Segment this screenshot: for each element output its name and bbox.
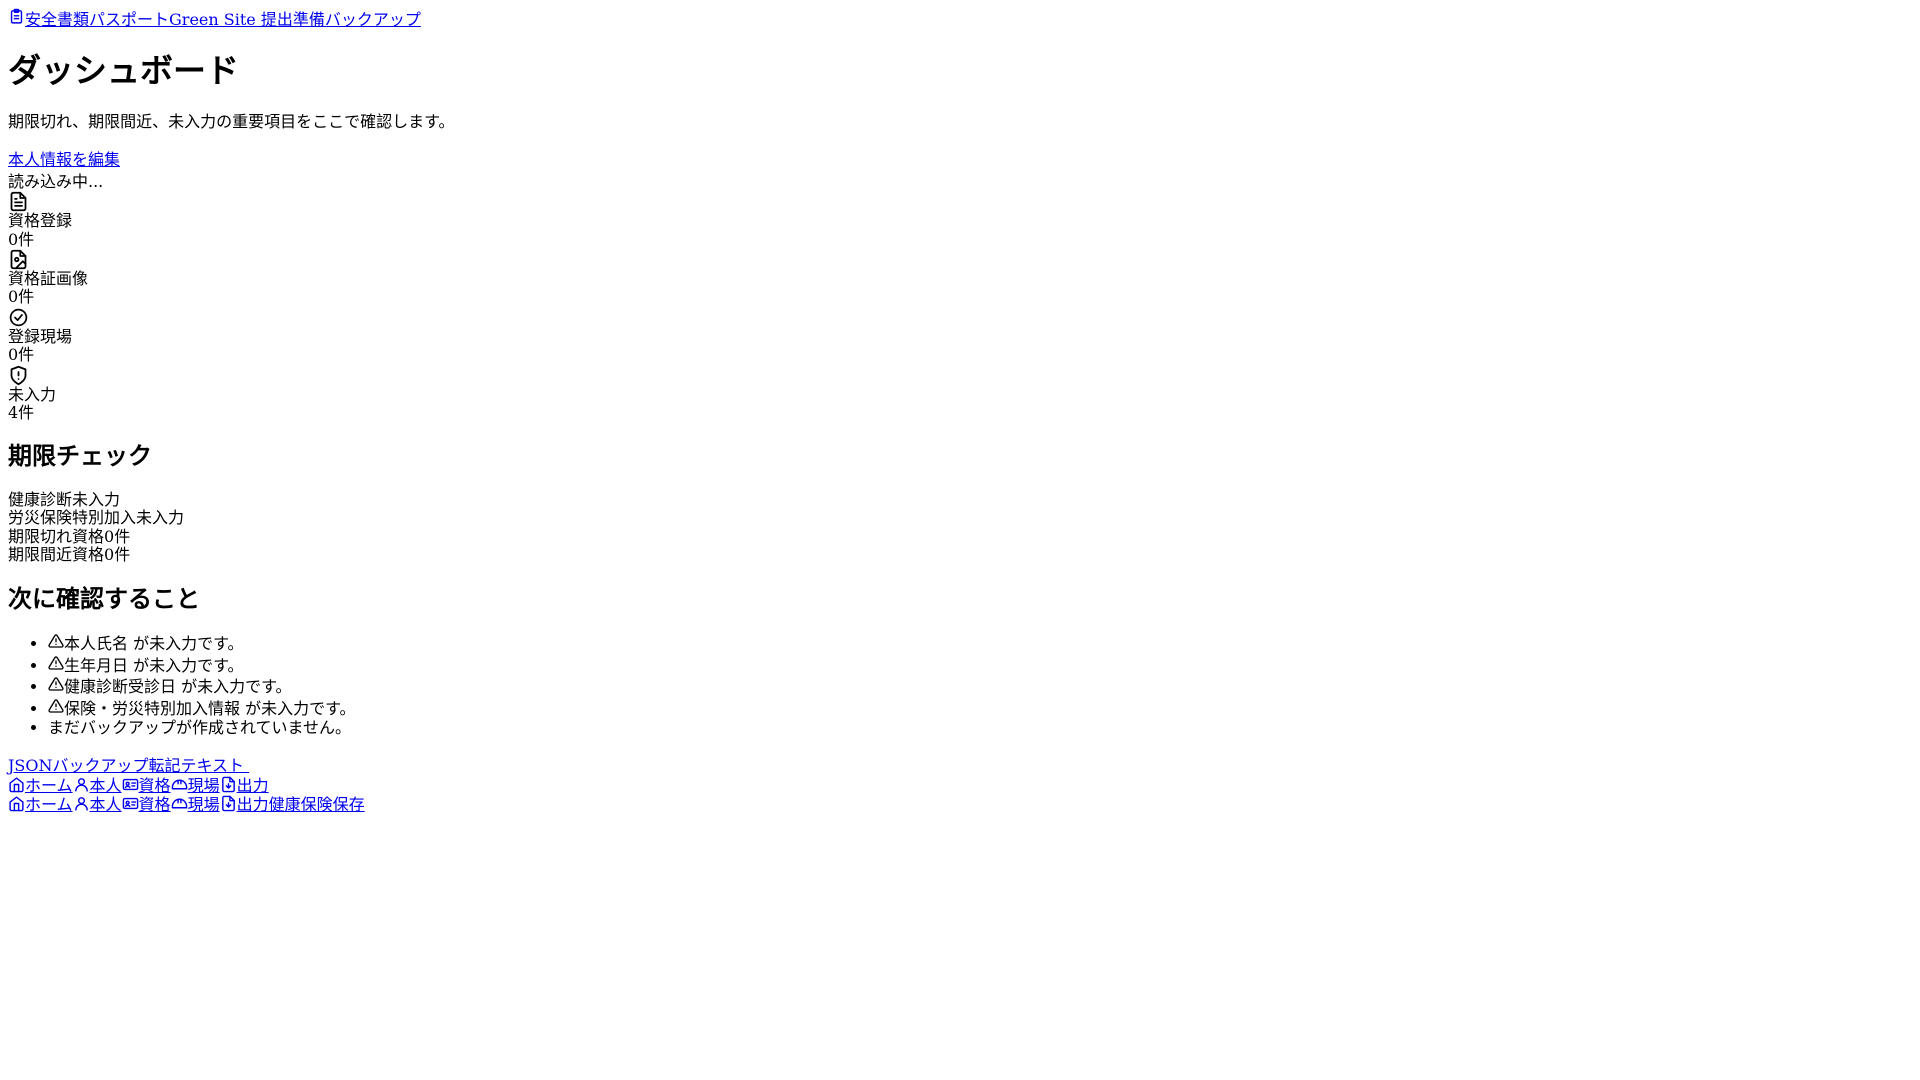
transcript-text-link-space[interactable] bbox=[244, 756, 249, 775]
stat-card-cert-images: 資格証画像 0件 bbox=[8, 249, 1912, 307]
sidebar-item-sites[interactable]: 現場 bbox=[171, 795, 220, 814]
home-icon bbox=[8, 776, 25, 793]
file-text-icon bbox=[8, 191, 1912, 212]
stat-value: 0件 bbox=[8, 287, 35, 307]
json-backup-link[interactable]: JSONバックアップ bbox=[8, 756, 149, 775]
deadline-row-health: 健康診断未入力 bbox=[8, 490, 1912, 510]
page: 安全書類パスポートGreen Site 提出準備バックアップ ダッシュボード 期… bbox=[0, 0, 1920, 1080]
page-title: ダッシュボード bbox=[8, 51, 239, 91]
hard-hat-icon bbox=[171, 795, 188, 812]
deadline-row-expiring: 期限間近資格0件 bbox=[8, 546, 1912, 564]
action-links: JSONバックアップ転記テキスト bbox=[8, 757, 1912, 775]
sidebar-item-save[interactable]: 保存 bbox=[333, 795, 365, 814]
file-image-icon bbox=[8, 249, 1912, 270]
id-card-icon bbox=[122, 776, 139, 793]
nav-label: 現場 bbox=[187, 775, 220, 795]
warning-icon bbox=[48, 676, 64, 692]
row-label: 期限切れ資格 bbox=[8, 526, 105, 546]
header-nav: 安全書類パスポートGreen Site 提出準備バックアップ bbox=[8, 8, 1912, 29]
list-item: まだバックアップが作成されていません。 bbox=[48, 718, 1912, 737]
row-label: 健康診断 bbox=[8, 490, 73, 510]
nav-label: 出力 bbox=[236, 775, 269, 795]
transcript-text-link[interactable]: 転記テキスト bbox=[149, 756, 245, 775]
stat-label: 未入力 bbox=[8, 384, 57, 404]
warning-icon bbox=[48, 655, 64, 671]
nav-label: 現場 bbox=[187, 795, 220, 815]
stat-card-sites: 登録現場 0件 bbox=[8, 307, 1912, 365]
user-icon bbox=[73, 795, 90, 812]
brand-link[interactable]: 安全書類パスポート bbox=[8, 8, 170, 29]
list-item-text: まだバックアップが作成されていません。 bbox=[48, 718, 352, 737]
deadline-row-insurance: 労災保険特別加入未入力 bbox=[8, 509, 1912, 527]
next-section-title: 次に確認すること bbox=[8, 583, 200, 613]
list-item-text: 保険・労災特別加入情報 が未入力です。 bbox=[64, 698, 356, 718]
app-name: 安全書類パスポート bbox=[25, 10, 170, 29]
row-value: 0件 bbox=[104, 545, 131, 565]
stat-label: 資格証画像 bbox=[8, 268, 89, 288]
nav-label: 資格 bbox=[138, 795, 171, 815]
row-label: 期限間近資格 bbox=[8, 545, 105, 565]
row-value: 0件 bbox=[104, 526, 131, 546]
sidebar-item-profile[interactable]: 本人 bbox=[73, 795, 122, 814]
stat-value: 0件 bbox=[8, 229, 35, 249]
loading-text: 読み込み中... bbox=[8, 171, 104, 191]
page-subtitle: 期限切れ、期限間近、未入力の重要項目をここで確認します。 bbox=[8, 111, 455, 131]
list-item: 本人氏名 が未入力です。 bbox=[48, 633, 1912, 653]
sidebar-item-home[interactable]: ホーム bbox=[8, 795, 73, 814]
user-icon bbox=[73, 776, 90, 793]
nav-label: 資格 bbox=[138, 775, 171, 795]
row-value: 未入力 bbox=[72, 490, 121, 510]
file-export-icon bbox=[220, 776, 237, 793]
nav-label: ホーム bbox=[25, 775, 73, 795]
shield-alert-icon bbox=[8, 365, 1912, 386]
stat-card-certifications: 資格登録 0件 bbox=[8, 191, 1912, 249]
list-item-text: 本人氏名 が未入力です。 bbox=[64, 634, 244, 654]
stat-card-missing: 未入力 4件 bbox=[8, 365, 1912, 423]
list-item: 生年月日 が未入力です。 bbox=[48, 655, 1912, 675]
nav-item-profile[interactable]: 本人 bbox=[73, 776, 122, 795]
home-icon bbox=[8, 795, 25, 812]
nav-label: 出力 bbox=[236, 795, 269, 815]
deadline-row-expired: 期限切れ資格0件 bbox=[8, 526, 1912, 546]
edit-profile-link[interactable]: 本人情報を編集 bbox=[8, 150, 120, 169]
todo-list: 本人氏名 が未入力です。 生年月日 が未入力です。 健康診断受診日 が未入力です… bbox=[8, 633, 1912, 737]
bottom-nav: ホーム 本人 資格 現場 出力 bbox=[8, 776, 1912, 795]
clipboard-icon bbox=[8, 8, 25, 25]
nav-item-export[interactable]: 出力 bbox=[220, 776, 269, 795]
row-label: 労災保険特別加入 bbox=[8, 508, 137, 528]
list-item: 保険・労災特別加入情報 が未入力です。 bbox=[48, 698, 1912, 718]
nav-item-home[interactable]: ホーム bbox=[8, 776, 73, 795]
file-export-icon bbox=[220, 795, 237, 812]
nav-label: ホーム bbox=[25, 795, 73, 815]
deadline-section-title: 期限チェック bbox=[8, 441, 152, 471]
nav-item-certifications[interactable]: 資格 bbox=[122, 776, 171, 795]
list-item-text: 健康診断受診日 が未入力です。 bbox=[64, 677, 292, 697]
sidebar-item-certifications[interactable]: 資格 bbox=[122, 795, 171, 814]
warning-icon bbox=[48, 633, 64, 649]
list-item: 健康診断受診日 が未入力です。 bbox=[48, 676, 1912, 696]
row-value: 未入力 bbox=[136, 508, 185, 528]
id-card-icon bbox=[122, 795, 139, 812]
stat-label: 登録現場 bbox=[8, 326, 73, 346]
stat-value: 0件 bbox=[8, 345, 35, 365]
nav-label: 本人 bbox=[89, 795, 122, 815]
stat-value: 4件 bbox=[8, 402, 35, 422]
hard-hat-icon bbox=[171, 776, 188, 793]
backup-link[interactable]: バックアップ bbox=[325, 10, 421, 29]
list-item-text: 生年月日 が未入力です。 bbox=[64, 655, 244, 675]
nav-item-sites[interactable]: 現場 bbox=[171, 776, 220, 795]
stat-label: 資格登録 bbox=[8, 211, 73, 231]
green-site-link[interactable]: Green Site 提出準備 bbox=[169, 10, 325, 29]
sidebar-nav: ホーム 本人 資格 現場 出力健康保険保存 bbox=[8, 795, 1912, 814]
check-circle-icon bbox=[8, 307, 1912, 328]
sidebar-item-export[interactable]: 出力 bbox=[220, 795, 269, 814]
warning-icon bbox=[48, 698, 64, 714]
nav-label: 本人 bbox=[89, 775, 122, 795]
sidebar-item-health-insurance[interactable]: 健康保険 bbox=[269, 795, 333, 814]
